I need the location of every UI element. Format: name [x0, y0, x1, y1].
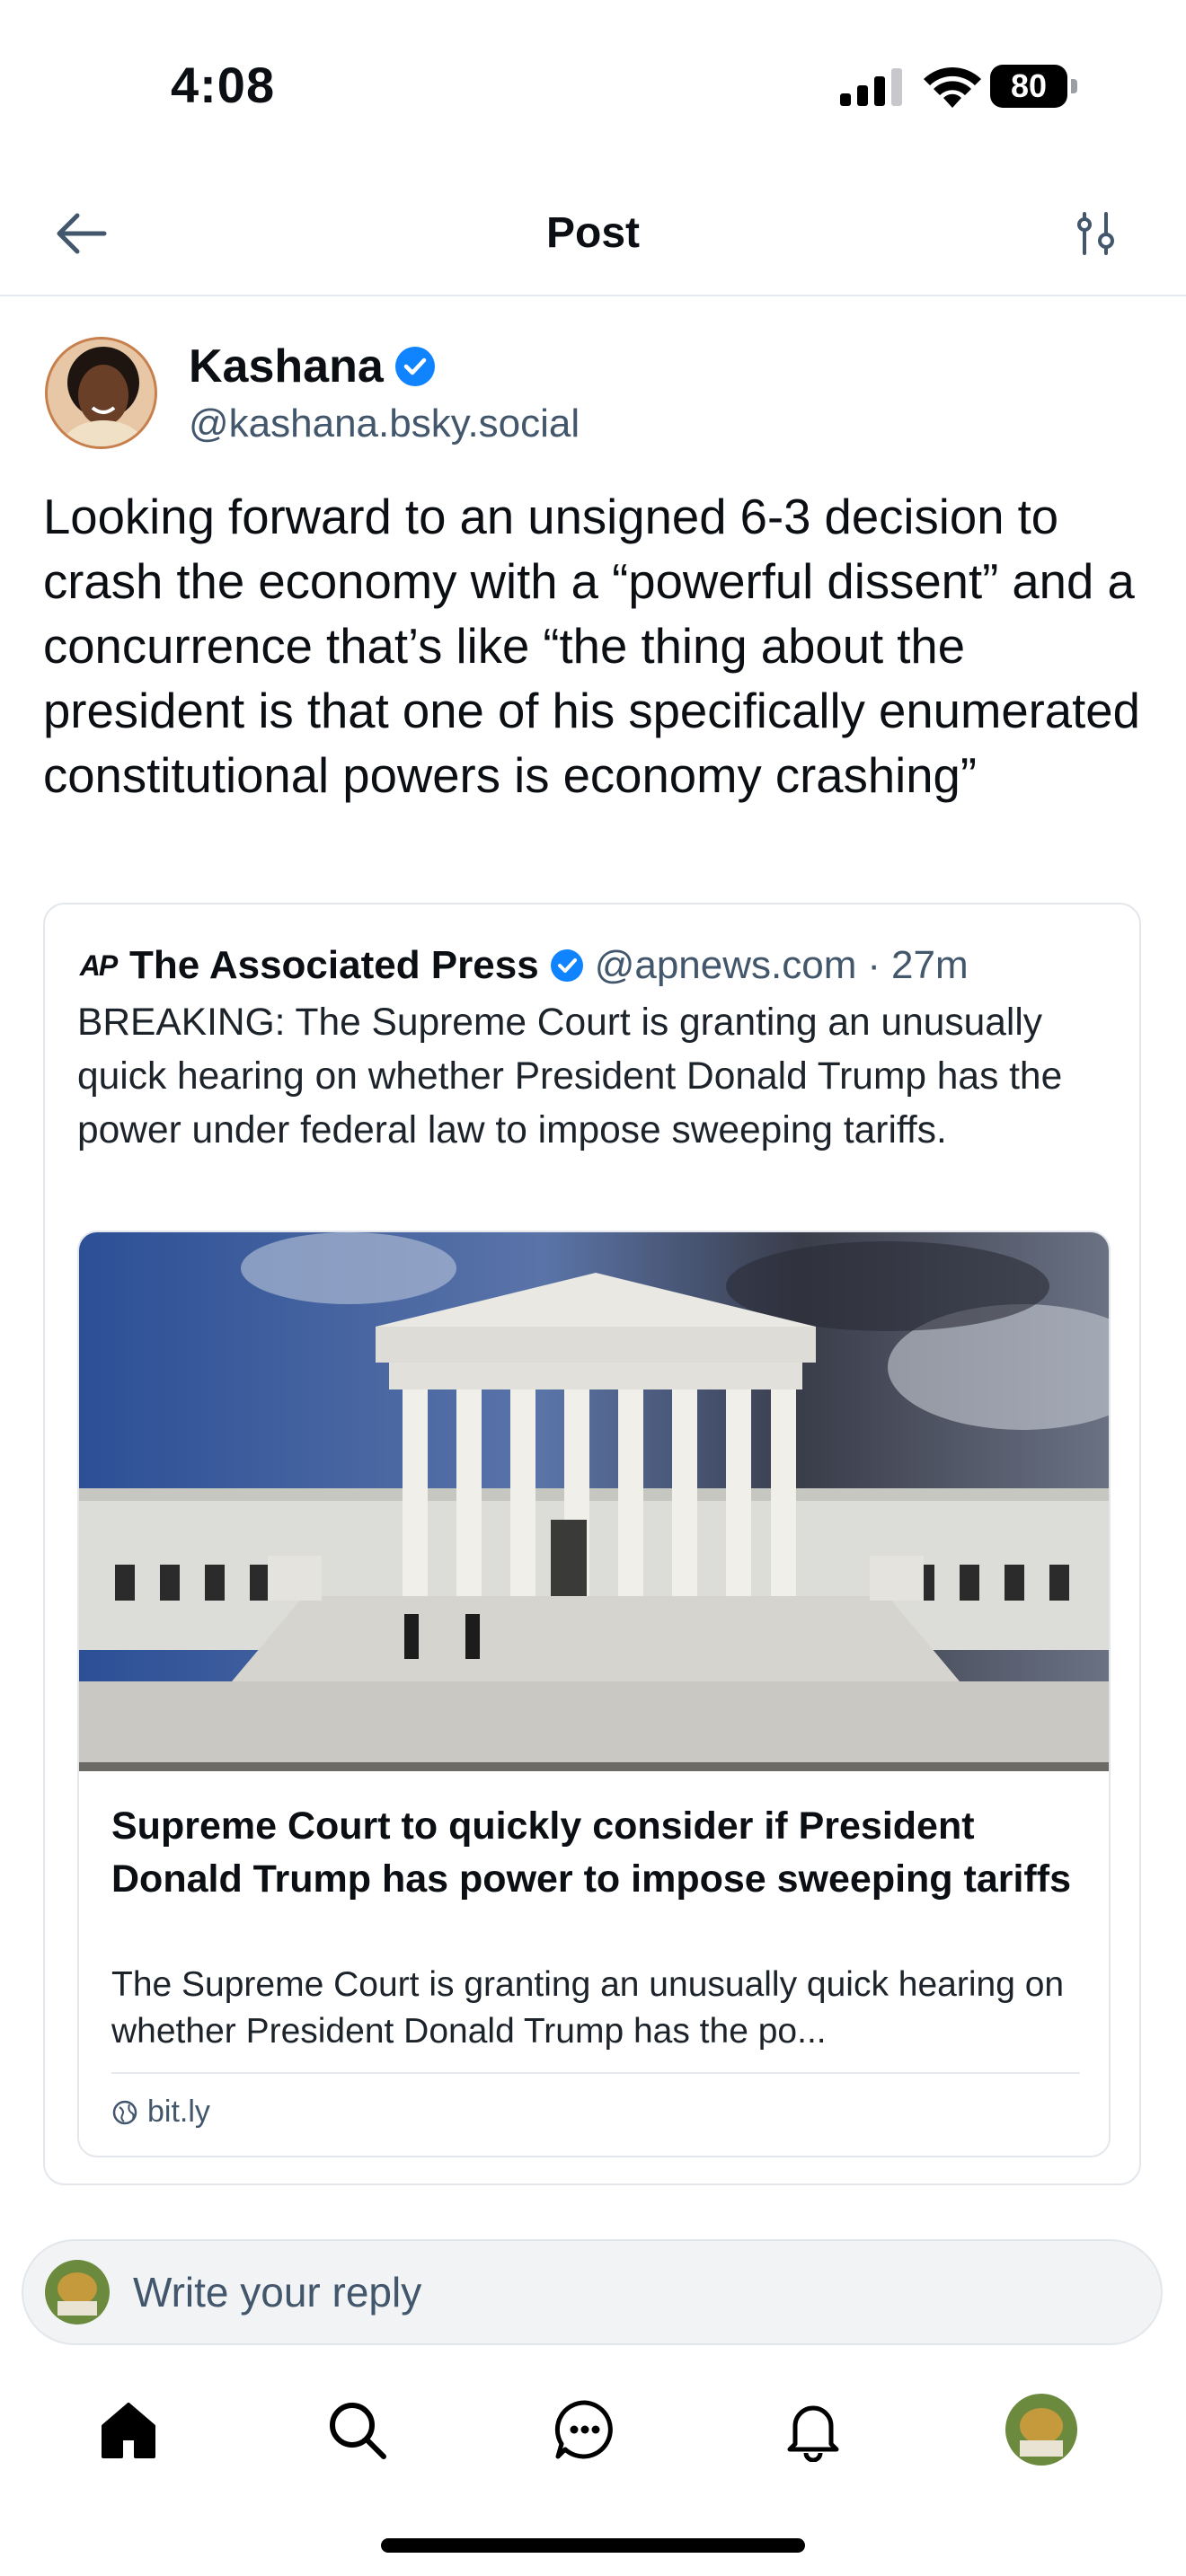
- separator: ·: [867, 943, 881, 987]
- sliders-icon: [1077, 212, 1114, 255]
- header: Post: [0, 171, 1186, 296]
- avatar-image: [45, 2260, 110, 2325]
- author-name-row[interactable]: Kashana: [189, 340, 436, 393]
- post-text: Looking forward to an unsigned 6-3 decis…: [43, 490, 1140, 803]
- profile-avatar: [1005, 2394, 1077, 2466]
- avatar-image: [48, 340, 155, 446]
- page-title: Post: [545, 209, 640, 257]
- thread-settings-button[interactable]: [1060, 198, 1132, 269]
- link-domain: bit.ly: [147, 2095, 210, 2129]
- bottom-nav: [0, 2371, 1186, 2479]
- quoted-post-text: BREAKING: The Supreme Court is granting …: [77, 1001, 1063, 1151]
- verified-badge-icon: [394, 347, 435, 386]
- wifi-icon: [924, 67, 981, 108]
- link-domain-row: bit.ly: [111, 2095, 210, 2130]
- search-icon: [330, 2403, 386, 2459]
- home-icon: [102, 2403, 155, 2458]
- divider: [111, 2072, 1080, 2074]
- nav-notifications[interactable]: [773, 2389, 854, 2470]
- home-indicator: [381, 2538, 805, 2553]
- nav-home[interactable]: [88, 2389, 169, 2470]
- ap-logo: AP: [79, 948, 118, 982]
- link-description: The Supreme Court is granting an unusual…: [111, 1965, 1065, 2051]
- nav-chat[interactable]: [544, 2389, 625, 2470]
- quoted-post-time: 27m: [891, 943, 969, 987]
- battery-nub: [1071, 79, 1077, 93]
- globe-icon: [112, 2100, 137, 2124]
- bell-icon: [787, 2405, 839, 2462]
- battery-level: 80: [1010, 67, 1048, 104]
- my-avatar: [45, 2260, 110, 2325]
- author-handle[interactable]: @kashana.bsky.social: [189, 401, 580, 446]
- chat-icon: [554, 2400, 613, 2459]
- cellular-signal-icon: [840, 68, 902, 106]
- link-preview-image: [79, 1232, 1109, 1771]
- quoted-post[interactable]: AP The Associated Press @apnews.com · 27…: [43, 903, 1141, 2185]
- reply-input[interactable]: Write your reply: [22, 2239, 1163, 2345]
- nav-search[interactable]: [316, 2389, 397, 2470]
- verified-badge-icon: [550, 949, 583, 982]
- quoted-post-header: AP The Associated Press @apnews.com · 27…: [77, 939, 969, 992]
- avatar-image: [1005, 2394, 1077, 2466]
- quoted-author-handle: @apnews.com: [594, 943, 857, 987]
- quoted-author-name: The Associated Press: [129, 943, 539, 987]
- status-time: 4:08: [171, 57, 276, 113]
- battery-indicator: 80: [990, 65, 1077, 108]
- author-name: Kashana: [189, 340, 384, 393]
- author-avatar[interactable]: [45, 337, 157, 449]
- link-title: Supreme Court to quickly consider if Pre…: [111, 1804, 1071, 1901]
- nav-profile[interactable]: [1001, 2389, 1082, 2470]
- link-preview-card[interactable]: Supreme Court to quickly consider if Pre…: [77, 1231, 1111, 2157]
- reply-placeholder: Write your reply: [133, 2269, 422, 2316]
- status-bar: 4:08 80: [0, 0, 1186, 171]
